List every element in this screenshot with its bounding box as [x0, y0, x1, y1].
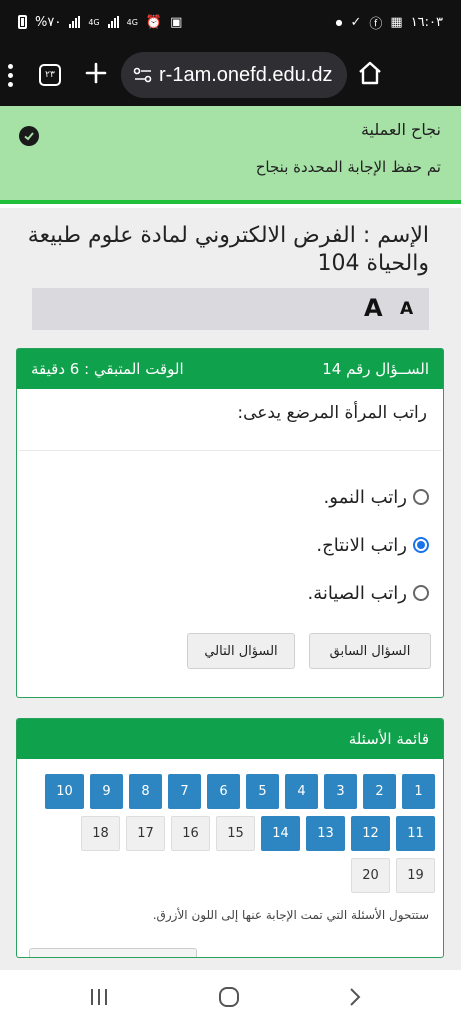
- system-nav-bar: [0, 970, 461, 1024]
- page-content: الإسم : الفرض الالكتروني لمادة علوم طبيع…: [0, 208, 461, 970]
- success-banner: نجاح العملية تم حفظ الإجابة المحددة بنجا…: [0, 106, 461, 204]
- facebook-icon: ⓕ: [369, 16, 383, 32]
- home-icon: [359, 61, 381, 85]
- answer-options: راتب النمو. راتب الانتاج. راتب الصيانة.: [17, 451, 443, 617]
- battery-icon: [18, 15, 27, 29]
- status-bar-left: %٧٠ 4G 4G ⏰ ▣: [18, 15, 182, 30]
- question-link[interactable]: 16: [171, 816, 210, 851]
- back-button[interactable]: [346, 986, 364, 1012]
- question-card: الســؤال رقم 14 الوقت المتبقي : 6 دقيقة …: [16, 348, 444, 698]
- network-type-2: 4G: [126, 17, 138, 27]
- image-icon: ▦: [390, 14, 403, 30]
- radio-button[interactable]: [413, 489, 429, 505]
- font-increase-button[interactable]: A: [364, 294, 383, 322]
- question-link-answered[interactable]: 6: [207, 774, 240, 809]
- option-label[interactable]: راتب النمو.: [324, 487, 407, 508]
- site-settings-icon[interactable]: [133, 66, 153, 84]
- question-link[interactable]: 18: [81, 816, 120, 851]
- clipboard-icon: ▣: [170, 14, 183, 30]
- page-title: الإسم : الفرض الالكتروني لمادة علوم طبيع…: [27, 223, 429, 276]
- question-link-answered[interactable]: 1: [402, 774, 435, 809]
- back-icon: [350, 988, 361, 1006]
- question-link[interactable]: 17: [126, 816, 165, 851]
- status-bar-right: ● ✓ ⓕ ▦ ١٦:٠٣: [335, 13, 443, 32]
- url-text[interactable]: r-1am.onefd.edu.dz: [159, 64, 332, 87]
- alarm-icon: ⏰: [145, 14, 163, 30]
- question-link-answered[interactable]: 8: [129, 774, 162, 809]
- question-text: راتب المرأة المرضع يدعى:: [19, 389, 441, 451]
- question-link[interactable]: 20: [351, 858, 390, 893]
- tabs-count-button[interactable]: ٢٣: [39, 64, 61, 86]
- clock-time: ١٦:٠٣: [410, 14, 443, 30]
- question-link[interactable]: 15: [216, 816, 255, 851]
- plus-icon: [85, 62, 107, 84]
- question-link-answered[interactable]: 5: [246, 774, 279, 809]
- answer-option[interactable]: راتب الصيانة.: [31, 569, 429, 617]
- home-button[interactable]: [357, 60, 383, 90]
- question-link-answered[interactable]: 12: [351, 816, 390, 851]
- partial-button[interactable]: [29, 948, 197, 957]
- option-label[interactable]: راتب الانتاج.: [316, 535, 407, 556]
- question-link-answered[interactable]: 10: [45, 774, 84, 809]
- question-list-note: ستتحول الأسئلة التي تمت الإجابة عنها إلى…: [152, 908, 429, 922]
- question-number: الســؤال رقم 14: [322, 360, 429, 378]
- question-link-answered[interactable]: 13: [306, 816, 345, 851]
- radio-button-selected[interactable]: [413, 537, 429, 553]
- home-nav-icon: [219, 987, 239, 1007]
- question-grid: 1 2 3 4 5 6 7 8 9 10 11 12 13 14 15 16 1…: [39, 774, 435, 893]
- option-label[interactable]: راتب الصيانة.: [308, 583, 408, 604]
- question-link-answered[interactable]: 7: [168, 774, 201, 809]
- question-link[interactable]: 19: [396, 858, 435, 893]
- browser-toolbar: ٢٣ r-1am.onefd.edu.dz: [0, 44, 461, 106]
- new-tab-button[interactable]: [85, 62, 107, 88]
- next-question-button[interactable]: السؤال التالي: [187, 633, 295, 669]
- status-bar: %٧٠ 4G 4G ⏰ ▣ ● ✓ ⓕ ▦ ١٦:٠٣: [0, 0, 461, 44]
- question-list-title: قائمة الأسئلة: [17, 719, 443, 759]
- signal-icon-2: [107, 16, 119, 28]
- address-bar[interactable]: r-1am.onefd.edu.dz: [121, 52, 347, 98]
- question-link-answered[interactable]: 4: [285, 774, 318, 809]
- question-link-answered[interactable]: 2: [363, 774, 396, 809]
- dot-icon: ●: [335, 17, 343, 27]
- answer-option[interactable]: راتب الانتاج.: [31, 521, 429, 569]
- answer-option[interactable]: راتب النمو.: [31, 473, 429, 521]
- download-done-icon: ✓: [350, 14, 362, 30]
- home-nav-button[interactable]: [217, 986, 241, 1012]
- check-icon: [19, 126, 39, 146]
- banner-message: تم حفظ الإجابة المحددة بنجاح: [255, 158, 441, 176]
- previous-question-button[interactable]: السؤال السابق: [309, 633, 431, 669]
- question-link-answered[interactable]: 9: [90, 774, 123, 809]
- font-decrease-button[interactable]: A: [400, 299, 413, 319]
- time-remaining: الوقت المتبقي : 6 دقيقة: [31, 360, 184, 378]
- font-size-bar: A A: [32, 288, 429, 330]
- question-header: الســؤال رقم 14 الوقت المتبقي : 6 دقيقة: [17, 349, 443, 389]
- question-link-answered[interactable]: 3: [324, 774, 357, 809]
- recent-apps-icon: [91, 989, 107, 1005]
- recent-apps-button[interactable]: [88, 986, 110, 1012]
- menu-dots-icon[interactable]: [8, 63, 13, 87]
- question-list-card: قائمة الأسئلة 1 2 3 4 5 6 7 8 9 10 11 12…: [16, 718, 444, 958]
- signal-icon: [69, 16, 81, 28]
- banner-title: نجاح العملية: [360, 120, 441, 139]
- battery-percent: %٧٠: [35, 14, 62, 30]
- question-nav: السؤال السابق السؤال التالي: [17, 633, 443, 669]
- question-link-answered[interactable]: 11: [396, 816, 435, 851]
- question-link-answered[interactable]: 14: [261, 816, 300, 851]
- radio-button[interactable]: [413, 585, 429, 601]
- network-type: 4G: [88, 17, 100, 27]
